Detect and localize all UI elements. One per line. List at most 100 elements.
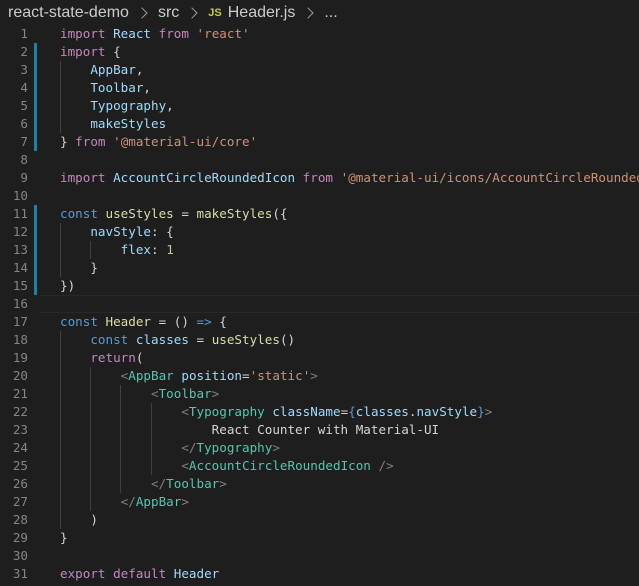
code-line[interactable]: 29} <box>0 529 639 547</box>
line-number: 25 <box>12 458 28 473</box>
code-token: , <box>135 62 144 77</box>
code-token: '@material-ui/core' <box>113 134 258 149</box>
code-text: <AppBar position='static'> <box>60 367 318 385</box>
code-token: AppBar <box>90 62 136 77</box>
code-text: const Header = () => { <box>60 313 227 331</box>
code-line[interactable]: 1 import React from 'react' <box>0 25 639 43</box>
code-token: AccountCircleRoundedIcon <box>113 170 296 185</box>
code-line[interactable]: 25 <AccountCircleRoundedIcon /> <box>0 457 639 475</box>
code-token: useStyles <box>105 206 174 221</box>
modified-line-marker[interactable] <box>34 97 37 115</box>
code-line[interactable]: 21 <Toolbar> <box>0 385 639 403</box>
code-token: AppBar <box>135 494 182 509</box>
code-text: makeStyles <box>60 115 166 133</box>
code-line[interactable]: 12 navStyle: { <box>0 223 639 241</box>
line-number: 7 <box>20 134 28 149</box>
code-token: < <box>151 386 159 401</box>
code-line[interactable]: 6 makeStyles <box>0 115 639 133</box>
code-line[interactable]: 11 const useStyles = makeStyles({ <box>0 205 639 223</box>
code-line[interactable]: 8 <box>0 151 639 169</box>
code-token: ({ <box>272 206 288 221</box>
code-line[interactable]: 3 AppBar, <box>0 61 639 79</box>
modified-line-marker[interactable] <box>34 79 37 97</box>
modified-line-marker[interactable] <box>34 205 37 223</box>
code-token: < <box>181 458 189 473</box>
code-token: > <box>219 476 227 491</box>
code-token: from <box>75 134 106 149</box>
code-line[interactable]: 20 <AppBar position='static'> <box>0 367 639 385</box>
code-line[interactable]: 2 import { <box>0 43 639 61</box>
code-line[interactable]: 15}) <box>0 277 639 295</box>
modified-line-marker[interactable] <box>34 61 37 79</box>
code-token: import <box>60 44 106 59</box>
line-number: 26 <box>12 476 28 491</box>
code-line[interactable]: 18 const classes = useStyles() <box>0 331 639 349</box>
code-token: > <box>181 494 189 509</box>
modified-line-marker[interactable] <box>34 223 37 241</box>
code-token: default <box>113 566 167 581</box>
code-line[interactable]: 26 </Toolbar> <box>0 475 639 493</box>
code-line[interactable]: 31 export default Header <box>0 565 639 583</box>
code-line[interactable]: 9 import AccountCircleRoundedIcon from '@… <box>0 169 639 187</box>
code-token: = <box>173 206 197 221</box>
code-token: ) <box>60 512 98 527</box>
code-token: }) <box>60 278 76 293</box>
code-line[interactable]: 16 <box>0 295 639 313</box>
code-line[interactable]: 27 </AppBar> <box>0 493 639 511</box>
code-line[interactable]: 19 return( <box>0 349 639 367</box>
breadcrumb: react-state-demo src JS Header.js ... <box>0 0 639 26</box>
code-area[interactable]: 1 import React from 'react' 2 import {3 App… <box>0 25 639 583</box>
code-token: const <box>60 314 98 329</box>
line-number: 24 <box>12 440 28 455</box>
code-token: React Counter with Material-UI <box>211 422 440 437</box>
breadcrumb-folder[interactable]: react-state-demo <box>8 4 129 22</box>
code-line[interactable]: 14 } <box>0 259 639 277</box>
code-text: import React from 'react' <box>60 25 250 43</box>
code-line[interactable]: 7} from '@material-ui/core' <box>0 133 639 151</box>
code-token: } <box>60 260 98 275</box>
code-line[interactable]: 5 Typography, <box>0 97 639 115</box>
code-editor[interactable]: react-state-demo src JS Header.js ... 1 i… <box>0 0 639 586</box>
modified-line-marker[interactable] <box>34 43 37 61</box>
code-token: : { <box>151 224 174 239</box>
code-line[interactable]: 17 const Header = () => { <box>0 313 639 331</box>
line-number: 17 <box>12 314 28 329</box>
modified-line-marker[interactable] <box>34 241 37 259</box>
code-token: </ <box>120 494 136 509</box>
line-number: 18 <box>12 332 28 347</box>
code-token: from <box>302 170 334 185</box>
code-line[interactable]: 23 React Counter with Material-UI <box>0 421 639 439</box>
line-number: 15 <box>12 278 28 293</box>
line-number: 2 <box>20 44 28 59</box>
code-line[interactable]: 22 <Typography className={classes.navSty… <box>0 403 639 421</box>
code-line[interactable]: 4 Toolbar, <box>0 79 639 97</box>
code-text: import AccountCircleRoundedIcon from '@m… <box>60 169 639 187</box>
modified-line-marker[interactable] <box>34 115 37 133</box>
line-number: 5 <box>20 98 28 113</box>
breadcrumb-file[interactable]: Header.js <box>228 4 296 22</box>
code-token: import <box>60 170 106 185</box>
breadcrumb-subfolder[interactable]: src <box>158 4 179 22</box>
code-text: AppBar, <box>60 61 143 79</box>
code-token: Toolbar <box>90 80 144 95</box>
breadcrumb-more[interactable]: ... <box>324 4 337 22</box>
code-line[interactable]: 24 </Typography> <box>0 439 639 457</box>
code-text: return( <box>60 349 143 367</box>
code-token: /> <box>378 458 394 473</box>
modified-line-marker[interactable] <box>34 259 37 277</box>
line-number: 22 <box>12 404 28 419</box>
code-line[interactable]: 10 <box>0 187 639 205</box>
code-line[interactable]: 28 ) <box>0 511 639 529</box>
code-token: 1 <box>166 242 174 257</box>
modified-line-marker[interactable] <box>34 277 37 295</box>
code-line[interactable]: 30 <box>0 547 639 565</box>
code-line[interactable]: 13 flex: 1 <box>0 241 639 259</box>
modified-line-marker[interactable] <box>34 133 37 151</box>
